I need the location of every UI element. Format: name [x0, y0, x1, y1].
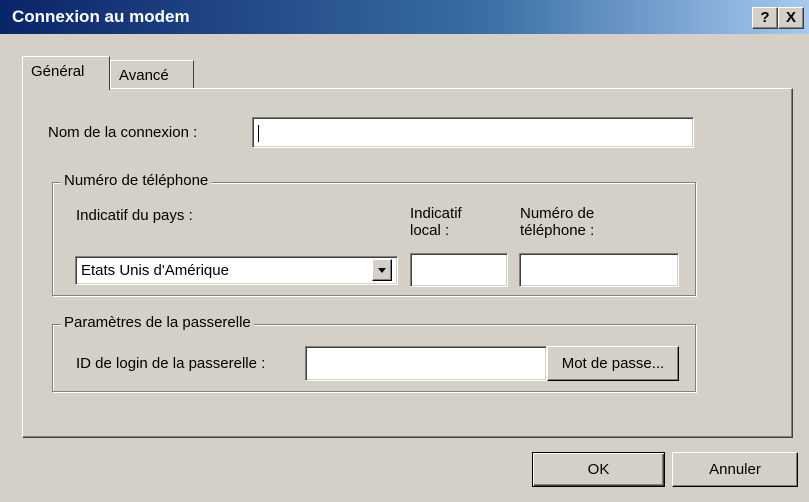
tab-general-label: Général: [31, 63, 85, 80]
tab-advanced-label: Avancé: [119, 67, 169, 84]
ok-button[interactable]: OK: [532, 452, 665, 487]
local-code-input[interactable]: [410, 253, 508, 287]
local-code-label-line2: local :: [410, 222, 450, 239]
window-title: Connexion au modem: [12, 7, 190, 26]
gateway-login-input[interactable]: [305, 346, 547, 381]
cancel-button[interactable]: Annuler: [672, 452, 798, 487]
country-select-value: Etats Unis d'Amérique: [81, 262, 229, 279]
close-button[interactable]: X: [778, 7, 804, 29]
local-code-label-line1: Indicatif: [410, 205, 462, 222]
tab-advanced[interactable]: Avancé: [110, 60, 194, 88]
password-button[interactable]: Mot de passe...: [547, 346, 679, 381]
country-code-label: Indicatif du pays :: [76, 207, 193, 224]
gateway-login-label: ID de login de la passerelle :: [76, 355, 266, 372]
phone-number-label-line2: téléphone :: [520, 222, 595, 239]
phone-number-legend: Numéro de téléphone: [61, 172, 212, 189]
help-button[interactable]: ?: [752, 7, 778, 29]
text-caret: [258, 125, 259, 142]
phone-number-label-line1: Numéro de: [520, 205, 595, 222]
phone-number-input[interactable]: [519, 253, 679, 287]
title-bar[interactable]: Connexion au modem ? X: [0, 0, 809, 34]
country-select[interactable]: Etats Unis d'Amérique: [75, 256, 398, 285]
tab-joint: [23, 88, 109, 90]
connection-name-label: Nom de la connexion :: [48, 124, 198, 141]
chevron-down-icon[interactable]: [372, 259, 392, 281]
tab-general[interactable]: Général: [22, 56, 110, 90]
connection-name-input[interactable]: [252, 117, 694, 148]
gateway-settings-legend: Paramètres de la passerelle: [61, 314, 254, 331]
